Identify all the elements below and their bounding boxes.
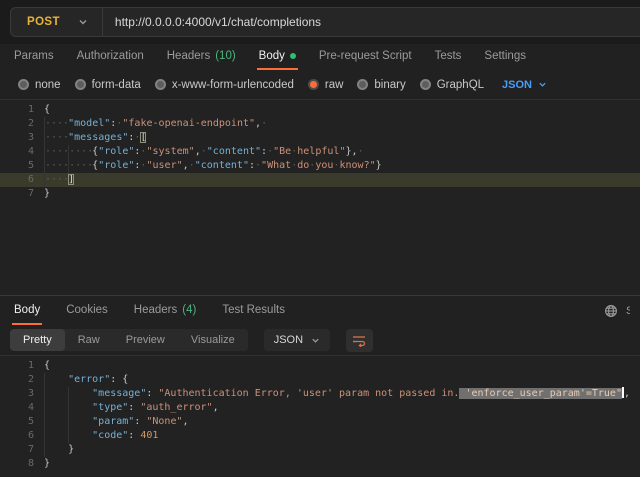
view-raw[interactable]: Raw — [65, 329, 113, 351]
code-line[interactable]: 7} — [0, 187, 640, 201]
headers-count: (10) — [215, 50, 235, 62]
line-number: 1 — [0, 103, 34, 117]
tab-label: Headers — [167, 50, 210, 62]
wrap-text-button[interactable] — [346, 329, 373, 352]
tab-label: Headers — [134, 304, 177, 316]
body-mode-row: none form-data x-www-form-urlencoded raw… — [0, 70, 640, 99]
line-number: 5 — [0, 415, 34, 429]
headers-count: (4) — [182, 304, 196, 316]
line-number: 5 — [0, 159, 34, 173]
radio-icon — [357, 79, 368, 90]
clipped-status-text: S — [626, 305, 630, 317]
language-label: JSON — [274, 334, 303, 346]
response-tab-cookies[interactable]: Cookies — [64, 296, 110, 325]
tab-params[interactable]: Params — [12, 44, 56, 70]
response-toolbar: Pretty Raw Preview Visualize JSON — [0, 325, 640, 355]
tab-label: Pre-request Script — [319, 50, 412, 62]
code-line[interactable]: 4 "type": "auth_error", — [0, 401, 640, 415]
line-number: 7 — [0, 443, 34, 457]
line-number: 6 — [0, 429, 34, 443]
tab-authorization[interactable]: Authorization — [75, 44, 146, 70]
line-number: 3 — [0, 387, 34, 401]
code-line[interactable]: 3 "message": "Authentication Error, 'use… — [0, 387, 640, 401]
radio-icon — [420, 79, 431, 90]
line-number: 1 — [0, 359, 34, 373]
code-line[interactable]: 6 "code": 401 — [0, 429, 640, 443]
body-modified-dot-icon — [290, 53, 296, 59]
mode-binary[interactable]: binary — [357, 79, 405, 91]
response-tab-body[interactable]: Body — [12, 296, 42, 325]
view-preview[interactable]: Preview — [113, 329, 178, 351]
line-number: 4 — [0, 401, 34, 415]
code-line[interactable]: 1{ — [0, 103, 640, 117]
mode-graphql[interactable]: GraphQL — [420, 79, 484, 91]
code-line[interactable]: 7 } — [0, 443, 640, 457]
view-visualize[interactable]: Visualize — [178, 329, 248, 351]
request-bar: POST http://0.0.0.0:4000/v1/chat/complet… — [10, 7, 640, 37]
code-line[interactable]: 4········{"role":·"system",·"content":·"… — [0, 145, 640, 159]
mode-form-data[interactable]: form-data — [75, 79, 141, 91]
code-line[interactable]: 8} — [0, 457, 640, 471]
tab-label: Params — [14, 50, 54, 62]
tab-settings[interactable]: Settings — [482, 44, 528, 70]
code-line[interactable]: 2····"model":·"fake-openai-endpoint",· — [0, 117, 640, 131]
line-number: 8 — [0, 457, 34, 471]
language-label: JSON — [502, 79, 532, 91]
radio-selected-icon — [308, 79, 319, 90]
mode-label: raw — [325, 79, 344, 91]
tab-label: Tests — [435, 50, 462, 62]
request-url-section: POST http://0.0.0.0:4000/v1/chat/complet… — [0, 0, 640, 44]
code-line[interactable]: 1{ — [0, 359, 640, 373]
request-tabs: Params Authorization Headers (10) Body Pr… — [0, 44, 640, 70]
line-number: 6 — [0, 173, 34, 187]
mode-label: binary — [374, 79, 405, 91]
tab-label: Settings — [484, 50, 526, 62]
tab-label: Body — [259, 50, 285, 62]
request-body-editor[interactable]: 1{2····"model":·"fake-openai-endpoint",·… — [0, 99, 640, 295]
chevron-down-icon — [311, 336, 320, 345]
tab-headers[interactable]: Headers (10) — [165, 44, 238, 70]
chevron-down-icon[interactable] — [78, 17, 88, 27]
response-tabs: Body Cookies Headers (4) Test Results S — [0, 295, 640, 325]
code-line[interactable]: 5········{"role":·"user",·"content":·"Wh… — [0, 159, 640, 173]
line-number: 4 — [0, 145, 34, 159]
line-number: 2 — [0, 117, 34, 131]
mode-label: none — [35, 79, 61, 91]
line-number: 7 — [0, 187, 34, 201]
radio-icon — [155, 79, 166, 90]
mode-raw[interactable]: raw — [308, 79, 344, 91]
line-number: 2 — [0, 373, 34, 387]
tab-label: Cookies — [66, 304, 108, 316]
tab-pre-request-script[interactable]: Pre-request Script — [317, 44, 414, 70]
globe-icon[interactable] — [604, 304, 618, 318]
response-view-switch: Pretty Raw Preview Visualize — [10, 329, 248, 351]
code-line[interactable]: 2 "error": { — [0, 373, 640, 387]
mode-label: x-www-form-urlencoded — [172, 79, 294, 91]
method-selector[interactable]: POST — [11, 16, 78, 28]
code-line[interactable]: 3····"messages":·[ — [0, 131, 640, 145]
response-body-editor[interactable]: 1{2 "error": {3 "message": "Authenticati… — [0, 355, 640, 476]
code-line[interactable]: 5 "param": "None", — [0, 415, 640, 429]
radio-icon — [18, 79, 29, 90]
url-input[interactable]: http://0.0.0.0:4000/v1/chat/completions — [103, 15, 321, 29]
mode-none[interactable]: none — [18, 79, 61, 91]
wrap-text-icon — [352, 334, 367, 347]
request-language-select[interactable]: JSON — [502, 79, 547, 91]
tab-label: Authorization — [77, 50, 144, 62]
response-tab-headers[interactable]: Headers (4) — [132, 296, 199, 325]
response-language-select[interactable]: JSON — [264, 329, 330, 351]
view-pretty[interactable]: Pretty — [10, 329, 65, 351]
mode-x-www-form-urlencoded[interactable]: x-www-form-urlencoded — [155, 79, 294, 91]
mode-label: GraphQL — [437, 79, 484, 91]
chevron-down-icon — [538, 80, 547, 89]
tab-tests[interactable]: Tests — [433, 44, 464, 70]
tab-body[interactable]: Body — [257, 44, 298, 70]
code-line[interactable]: 6····] — [0, 173, 640, 187]
response-tab-test-results[interactable]: Test Results — [220, 296, 287, 325]
tab-label: Body — [14, 304, 40, 316]
tab-label: Test Results — [222, 304, 285, 316]
radio-icon — [75, 79, 86, 90]
line-number: 3 — [0, 131, 34, 145]
mode-label: form-data — [92, 79, 141, 91]
